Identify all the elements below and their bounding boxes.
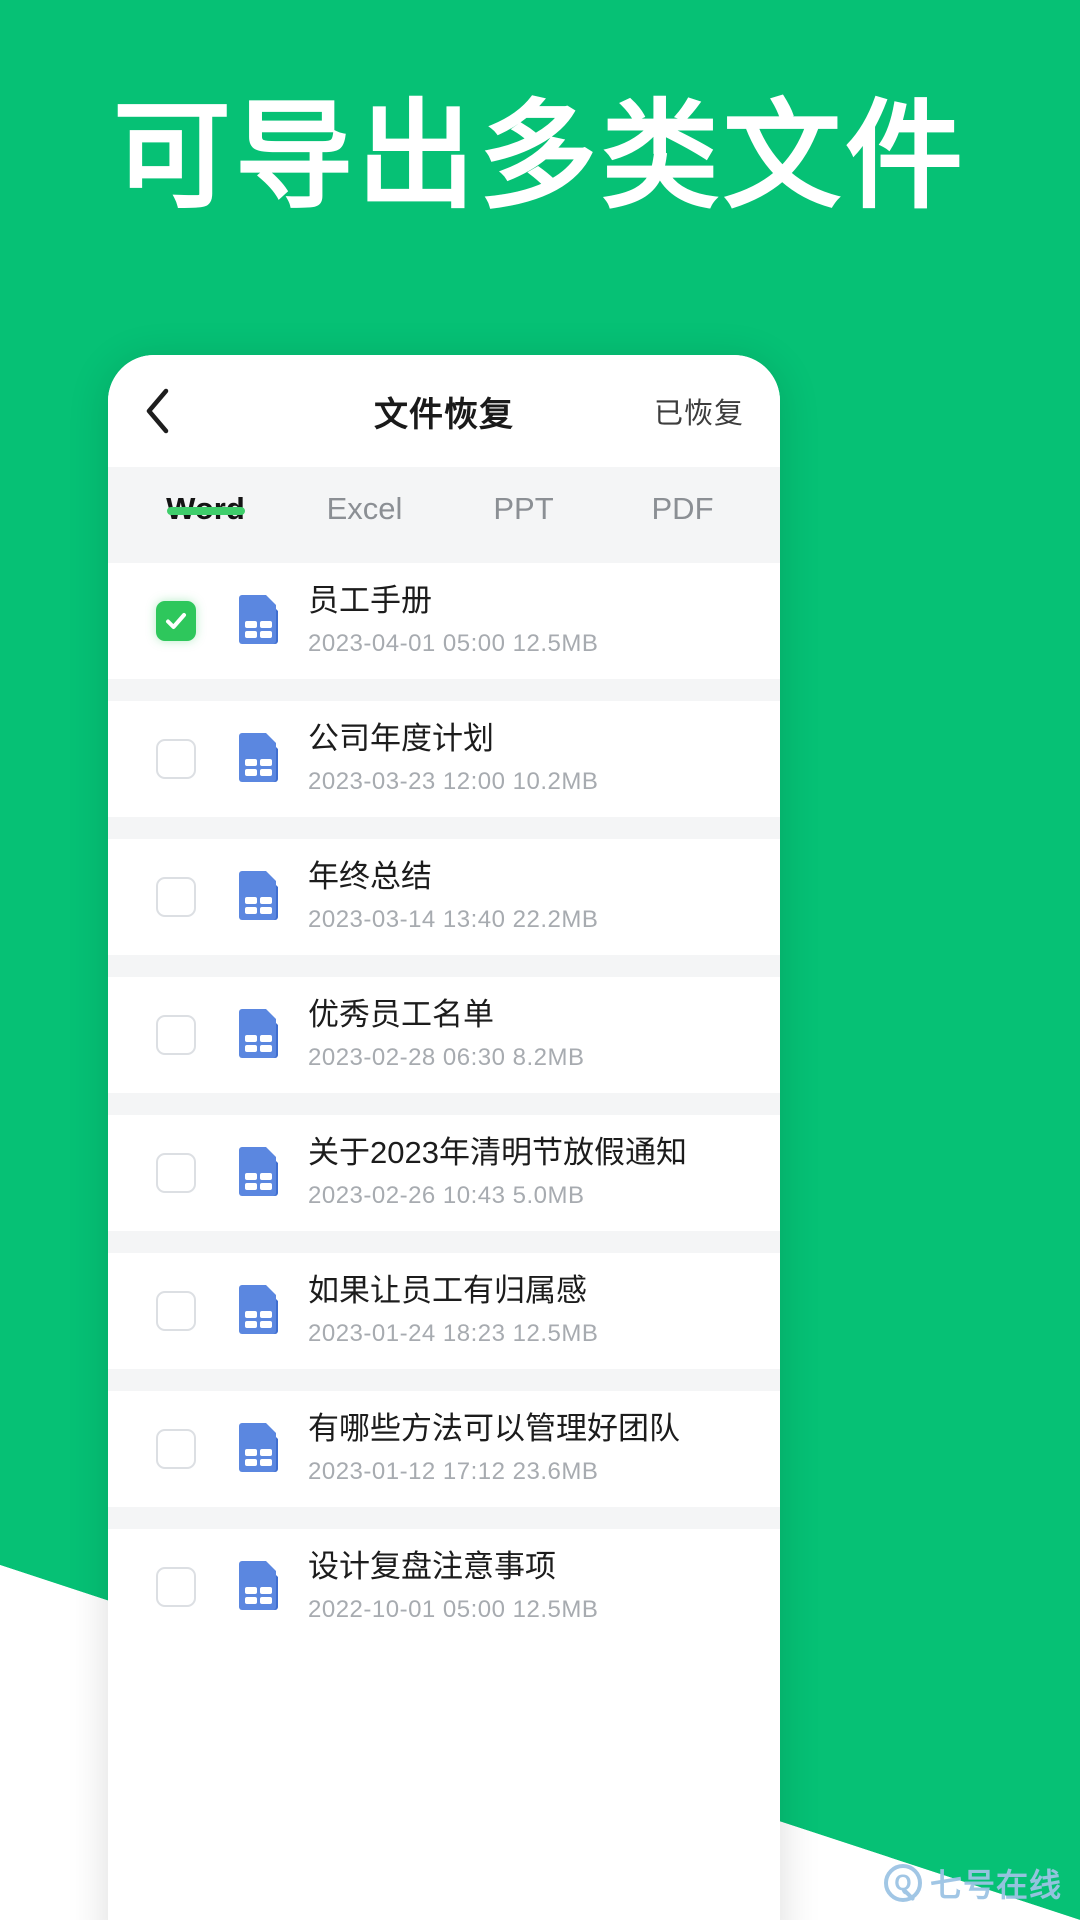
file-checkbox-checked[interactable]: [156, 601, 196, 641]
word-doc-icon: [239, 733, 278, 782]
tab-pdf-label: PDF: [651, 491, 714, 526]
file-name: 优秀员工名单: [308, 997, 494, 1032]
list-separator: [108, 1507, 780, 1529]
watermark: Q 七号在线: [883, 1860, 1062, 1906]
word-doc-icon: [239, 595, 278, 644]
list-separator: [108, 1093, 780, 1115]
list-separator: [108, 1231, 780, 1253]
word-doc-icon: [239, 1009, 278, 1058]
word-doc-icon: [239, 1147, 278, 1196]
file-checkbox[interactable]: [156, 1015, 196, 1055]
page-title: 可导出多类文件: [112, 91, 967, 223]
file-checkbox[interactable]: [156, 739, 196, 779]
file-list-item[interactable]: 如果让员工有归属感 2023-01-24 18:23 12.5MB: [108, 1253, 780, 1369]
file-meta: 2023-02-26 10:43 5.0MB: [308, 1182, 585, 1209]
phone-mockup: 文件恢复 已恢复 Word Excel PPT PDF 员工手册 2023-04-…: [108, 355, 780, 1920]
file-name: 有哪些方法可以管理好团队: [308, 1411, 680, 1446]
file-info: 年终总结 2023-03-14 13:40 22.2MB: [308, 856, 598, 938]
file-name: 年终总结: [308, 859, 432, 894]
watermark-label: 七号在线: [929, 1867, 1062, 1903]
file-list-item[interactable]: 优秀员工名单 2023-02-28 06:30 8.2MB: [108, 977, 780, 1093]
file-type-tabs: Word Excel PPT PDF: [108, 467, 780, 563]
back-button[interactable]: [144, 383, 200, 439]
word-doc-icon: [232, 1146, 282, 1200]
list-separator: [108, 1369, 780, 1391]
list-separator: [108, 955, 780, 977]
file-checkbox[interactable]: [156, 1153, 196, 1193]
file-list-item[interactable]: 公司年度计划 2023-03-23 12:00 10.2MB: [108, 701, 780, 817]
file-list-item[interactable]: 有哪些方法可以管理好团队 2023-01-12 17:12 23.6MB: [108, 1391, 780, 1507]
app-navbar: 文件恢复 已恢复: [108, 355, 780, 467]
file-checkbox[interactable]: [156, 1429, 196, 1469]
word-doc-icon: [232, 1560, 282, 1614]
word-doc-icon: [232, 1284, 282, 1338]
list-separator: [108, 817, 780, 839]
word-doc-icon: [232, 1422, 282, 1476]
file-meta: 2023-04-01 05:00 12.5MB: [308, 630, 599, 657]
file-checkbox[interactable]: [156, 1567, 196, 1607]
file-meta: 2023-02-28 06:30 8.2MB: [308, 1044, 585, 1071]
file-meta: 2023-01-12 17:12 23.6MB: [308, 1458, 599, 1485]
word-doc-icon: [232, 870, 282, 924]
file-info: 优秀员工名单 2023-02-28 06:30 8.2MB: [308, 994, 585, 1076]
list-separator: [108, 679, 780, 701]
file-info: 如果让员工有归属感 2023-01-24 18:23 12.5MB: [308, 1270, 598, 1352]
file-info: 员工手册 2023-04-01 05:00 12.5MB: [308, 580, 598, 662]
file-name: 公司年度计划: [308, 721, 494, 756]
file-name: 设计复盘注意事项: [308, 1549, 556, 1584]
file-info: 有哪些方法可以管理好团队 2023-01-12 17:12 23.6MB: [308, 1408, 680, 1490]
chevron-left-icon: [144, 388, 170, 434]
file-info: 关于2023年清明节放假通知 2023-02-26 10:43 5.0MB: [308, 1132, 687, 1214]
promo-screenshot: 可导出多类文件 文件恢复 已恢复 Word Excel: [0, 0, 1080, 1920]
tab-active-underline: [166, 507, 245, 515]
tab-pdf[interactable]: PDF: [603, 467, 762, 527]
file-meta: 2023-03-23 12:00 10.2MB: [308, 768, 599, 795]
check-icon: [166, 613, 186, 629]
file-checkbox[interactable]: [156, 877, 196, 917]
q-circle-icon: Q: [883, 1864, 922, 1902]
file-name: 员工手册: [308, 583, 432, 618]
file-info: 设计复盘注意事项 2022-10-01 05:00 12.5MB: [308, 1546, 598, 1628]
file-list-item[interactable]: 员工手册 2023-04-01 05:00 12.5MB: [108, 563, 780, 679]
word-doc-icon: [239, 1561, 278, 1610]
word-doc-icon: [232, 594, 282, 648]
file-name: 如果让员工有归属感: [308, 1273, 587, 1308]
tab-excel-label: Excel: [326, 491, 403, 526]
word-doc-icon: [239, 1285, 278, 1334]
tab-ppt[interactable]: PPT: [444, 467, 603, 527]
tab-excel[interactable]: Excel: [285, 467, 444, 527]
file-list-item[interactable]: 关于2023年清明节放假通知 2023-02-26 10:43 5.0MB: [108, 1115, 780, 1231]
tab-ppt-label: PPT: [493, 491, 554, 526]
file-list: 员工手册 2023-04-01 05:00 12.5MB 公司年度计划 2023-0…: [108, 563, 780, 1645]
tab-word[interactable]: Word: [126, 467, 285, 527]
word-doc-icon: [239, 1423, 278, 1472]
file-meta: 2023-03-14 13:40 22.2MB: [308, 906, 599, 933]
word-doc-icon: [239, 871, 278, 920]
file-meta: 2022-10-01 05:00 12.5MB: [308, 1596, 599, 1623]
file-list-item[interactable]: 年终总结 2023-03-14 13:40 22.2MB: [108, 839, 780, 955]
file-list-item[interactable]: 设计复盘注意事项 2022-10-01 05:00 12.5MB: [108, 1529, 780, 1645]
recovered-link[interactable]: 已恢复: [654, 390, 744, 432]
file-info: 公司年度计划 2023-03-23 12:00 10.2MB: [308, 718, 598, 800]
file-checkbox[interactable]: [156, 1291, 196, 1331]
file-meta: 2023-01-24 18:23 12.5MB: [308, 1320, 599, 1347]
word-doc-icon: [232, 1008, 282, 1062]
word-doc-icon: [232, 732, 282, 786]
file-name: 关于2023年清明节放假通知: [308, 1135, 687, 1170]
